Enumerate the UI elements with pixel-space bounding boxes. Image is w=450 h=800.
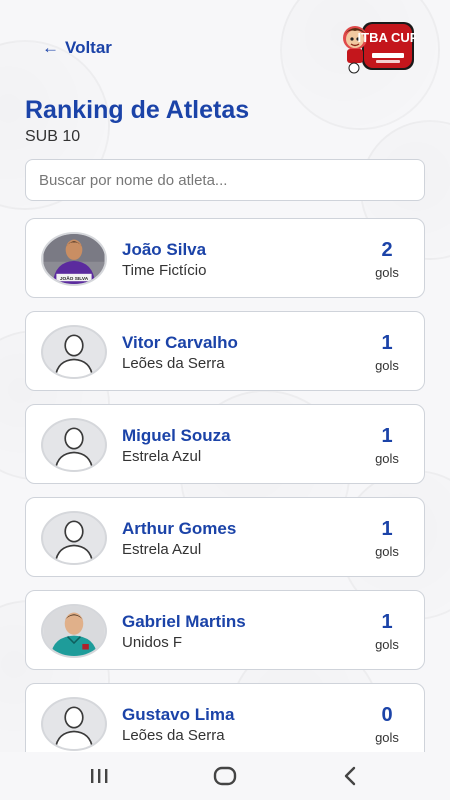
athlete-name: Gustavo Lima xyxy=(122,705,235,724)
athlete-name: Miguel Souza xyxy=(122,426,231,445)
system-nav-bar xyxy=(0,752,450,800)
goals-count: 1 xyxy=(381,611,393,633)
goals-count: 1 xyxy=(381,332,393,354)
goals-label: gols xyxy=(375,730,399,745)
goals-count: 0 xyxy=(381,704,393,726)
athlete-team: Time Fictício xyxy=(122,262,207,279)
goals-label: gols xyxy=(375,358,399,373)
recent-apps-icon[interactable] xyxy=(84,764,114,788)
athlete-team: Estrela Azul xyxy=(122,448,202,465)
athlete-card[interactable]: Miguel Souza Estrela Azul 1 gols xyxy=(25,404,425,484)
default-avatar-icon xyxy=(41,325,107,379)
goals-count: 2 xyxy=(381,239,393,261)
athlete-team: Estrela Azul xyxy=(122,541,202,558)
goals-label: gols xyxy=(375,637,399,652)
athlete-photo: JOÃO SILVA xyxy=(41,232,107,286)
goals-count: 1 xyxy=(381,518,393,540)
athlete-name: Arthur Gomes xyxy=(122,519,237,538)
back-chevron-icon[interactable] xyxy=(336,764,366,788)
athlete-name: João Silva xyxy=(122,240,207,259)
svg-text:ITBA CUP: ITBA CUP xyxy=(358,30,416,45)
default-avatar-icon xyxy=(41,511,107,565)
athlete-card[interactable]: Vitor Carvalho Leões da Serra 1 gols xyxy=(25,311,425,391)
athlete-name: Gabriel Martins xyxy=(122,612,246,631)
itba-cup-logo: ITBA CUP xyxy=(340,18,419,74)
athlete-card[interactable]: Gabriel Martins Unidos F 1 gols xyxy=(25,590,425,670)
top-bar: ← Voltar ITBA CUP xyxy=(0,0,450,90)
athlete-team: Leões da Serra xyxy=(122,727,225,744)
default-avatar-icon xyxy=(41,697,107,751)
ranking-screen: ← Voltar ITBA CUP Ranking de Atletas SUB xyxy=(0,0,450,763)
athlete-team: Unidos F xyxy=(122,634,183,651)
page-title: Ranking de Atletas xyxy=(25,96,250,124)
athlete-team: Leões da Serra xyxy=(122,355,225,372)
default-avatar-icon xyxy=(41,418,107,472)
goals-label: gols xyxy=(375,451,399,466)
athlete-card[interactable]: Gustavo Lima Leões da Serra 0 gols xyxy=(25,683,425,763)
athlete-search-input[interactable] xyxy=(25,159,425,201)
athlete-name: Vitor Carvalho xyxy=(122,333,238,352)
goals-count: 1 xyxy=(381,425,393,447)
athlete-card[interactable]: JOÃO SILVA João Silva Time Fictício 2 go… xyxy=(25,218,425,298)
arrow-left-icon: ← xyxy=(42,38,59,57)
athlete-photo xyxy=(41,604,107,658)
athlete-card[interactable]: Arthur Gomes Estrela Azul 1 gols xyxy=(25,497,425,577)
back-label: Voltar xyxy=(65,38,112,57)
goals-label: gols xyxy=(375,265,399,280)
home-icon[interactable] xyxy=(210,764,240,788)
athlete-list: JOÃO SILVA João Silva Time Fictício 2 go… xyxy=(25,218,425,776)
back-link[interactable]: ← Voltar xyxy=(42,38,112,58)
category-subtitle: SUB 10 xyxy=(25,128,81,145)
goals-label: gols xyxy=(375,544,399,559)
